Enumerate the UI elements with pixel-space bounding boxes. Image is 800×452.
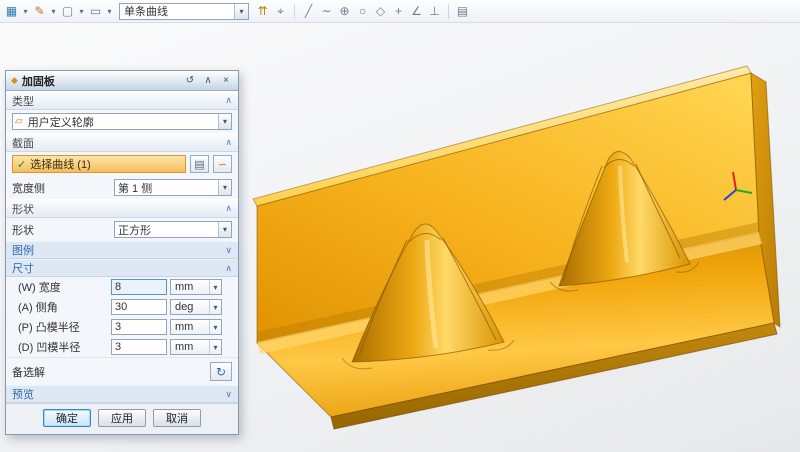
chevron-down-icon[interactable]: ▾ xyxy=(209,320,221,334)
gusset-dialog: ◆ 加固板 ↺ ∧ × 类型 ∧ ▱ 用户定义轮廓 ▾ 截面 ∧ ✓ 选择曲线 … xyxy=(5,70,239,435)
chevron-down-icon[interactable]: ▾ xyxy=(209,300,221,314)
cancel-button[interactable]: 取消 xyxy=(153,409,201,427)
sketch-grid-icon[interactable]: ▦ xyxy=(3,3,20,20)
select-curve-field[interactable]: ✓ 选择曲线 (1) xyxy=(12,155,186,173)
width-side-combo[interactable]: 第 1 侧 ▾ xyxy=(114,179,232,196)
chevron-down-icon[interactable]: ▾ xyxy=(209,340,221,354)
reset-icon[interactable]: ↺ xyxy=(183,74,197,88)
cycle-solutions-icon[interactable]: ↻ xyxy=(210,362,232,381)
ok-button[interactable]: 确定 xyxy=(43,409,91,427)
chevron-down-icon[interactable]: ▾ xyxy=(218,114,231,129)
dim-row-punch-radius: (P) 凸模半径 3 mm ▾ xyxy=(6,317,238,337)
group-header-section[interactable]: 截面 ∧ xyxy=(6,133,238,152)
group-header-shape[interactable]: 形状 ∧ xyxy=(6,199,238,218)
chevron-down-icon[interactable]: ▾ xyxy=(209,280,221,294)
chevron-down-icon[interactable]: ▾ xyxy=(77,3,86,20)
snap-circle-center-icon[interactable]: ○ xyxy=(354,3,371,20)
chevron-up-icon: ∧ xyxy=(225,203,232,214)
group-label-type: 类型 xyxy=(12,93,34,109)
dim-angle-label: (A) 侧角 xyxy=(18,299,108,315)
close-icon[interactable]: × xyxy=(219,74,233,88)
shape-row-label: 形状 xyxy=(12,222,110,238)
collapse-icon[interactable]: ∧ xyxy=(201,74,215,88)
chevron-up-icon: ∧ xyxy=(225,263,232,274)
apply-button[interactable]: 应用 xyxy=(98,409,146,427)
selection-rect-icon[interactable]: ▢ xyxy=(59,3,76,20)
dim-punch-unit-combo[interactable]: mm ▾ xyxy=(170,319,222,335)
subgroup-header-preview[interactable]: 预览 ∨ xyxy=(6,385,238,403)
dim-row-width: (W) 宽度 8 mm ▾ xyxy=(6,277,238,297)
clipboard-icon[interactable]: ▤ xyxy=(454,3,471,20)
width-side-label: 宽度侧 xyxy=(12,180,110,196)
snap-curve-icon[interactable]: ∼ xyxy=(318,3,335,20)
lasso-select-icon[interactable]: ▭ xyxy=(87,3,104,20)
dim-angle-input[interactable]: 30 xyxy=(111,299,167,315)
dialog-titlebar[interactable]: ◆ 加固板 ↺ ∧ × xyxy=(6,71,238,91)
snap-angle-icon[interactable]: ∠ xyxy=(408,3,425,20)
subgroup-header-legend[interactable]: 图例 ∨ xyxy=(6,241,238,259)
snap-line-icon[interactable]: ╱ xyxy=(300,3,317,20)
type-combo-value: 用户定义轮廓 xyxy=(25,114,218,130)
snap-perpendicular-icon[interactable]: ⊥ xyxy=(426,3,443,20)
positioning-icon[interactable]: ⌖ xyxy=(272,3,289,20)
shape-combo-value: 正方形 xyxy=(115,222,218,238)
alternate-solution-label: 备选解 xyxy=(12,364,45,380)
dim-die-unit-combo[interactable]: mm ▾ xyxy=(170,339,222,355)
toolbar-separator xyxy=(448,4,449,19)
chevron-up-icon: ∧ xyxy=(225,95,232,106)
snap-point-icon[interactable]: + xyxy=(390,3,407,20)
dim-die-unit: mm xyxy=(175,341,209,353)
dim-punch-input[interactable]: 3 xyxy=(111,319,167,335)
group-label-section: 截面 xyxy=(12,135,34,151)
dim-width-unit: mm xyxy=(175,281,209,293)
snap-intersection-icon[interactable]: ⊕ xyxy=(336,3,353,20)
dialog-title: 加固板 xyxy=(22,73,179,89)
type-combo[interactable]: ▱ 用户定义轮廓 ▾ xyxy=(12,113,232,130)
chevron-down-icon[interactable]: ▾ xyxy=(49,3,58,20)
dim-die-input[interactable]: 3 xyxy=(111,339,167,355)
group-header-type[interactable]: 类型 ∧ xyxy=(6,91,238,110)
group-label-shape: 形状 xyxy=(12,201,34,217)
dim-punch-unit: mm xyxy=(175,321,209,333)
chevron-down-icon[interactable]: ▾ xyxy=(218,180,231,195)
chevron-down-icon: ∨ xyxy=(225,389,232,400)
dim-angle-unit: deg xyxy=(175,301,209,313)
shape-combo[interactable]: 正方形 ▾ xyxy=(114,221,232,238)
preview-label: 预览 xyxy=(12,386,34,402)
point-constructor-icon[interactable]: ⇈ xyxy=(254,3,271,20)
dim-width-unit-combo[interactable]: mm ▾ xyxy=(170,279,222,295)
chevron-up-icon: ∧ xyxy=(225,137,232,148)
profile-icon: ▱ xyxy=(13,116,25,127)
subgroup-header-dimensions[interactable]: 尺寸 ∧ xyxy=(6,259,238,277)
curve-chain-icon[interactable]: ∽ xyxy=(213,155,232,173)
chevron-down-icon[interactable]: ▾ xyxy=(234,4,248,19)
dim-punch-label: (P) 凸模半径 xyxy=(18,319,108,335)
toolbar-separator xyxy=(294,4,295,19)
chevron-down-icon: ∨ xyxy=(225,245,232,256)
curve-rule-value: 单条曲线 xyxy=(120,3,234,19)
chevron-down-icon[interactable]: ▾ xyxy=(21,3,30,20)
curve-rule-combo[interactable]: 单条曲线 ▾ xyxy=(119,3,249,20)
legend-label: 图例 xyxy=(12,242,34,258)
list-icon[interactable]: ▤ xyxy=(190,155,209,173)
alternate-solution-row: 备选解 ↻ xyxy=(6,357,238,385)
dialog-footer: 确定 应用 取消 xyxy=(6,403,238,434)
dimensions-label: 尺寸 xyxy=(12,260,34,276)
curve-pencil-icon[interactable]: ✎ xyxy=(31,3,48,20)
check-icon: ✓ xyxy=(17,158,26,171)
width-side-value: 第 1 侧 xyxy=(115,180,218,196)
dim-angle-unit-combo[interactable]: deg ▾ xyxy=(170,299,222,315)
top-toolbar: ▦ ▾ ✎ ▾ ▢ ▾ ▭ ▾ 单条曲线 ▾ ⇈ ⌖ ╱ ∼ ⊕ ○ ◇ + ∠… xyxy=(0,0,800,23)
dim-width-label: (W) 宽度 xyxy=(18,279,108,295)
select-curve-label: 选择曲线 (1) xyxy=(30,156,91,172)
dim-die-label: (D) 凹模半径 xyxy=(18,339,108,355)
dim-row-die-radius: (D) 凹模半径 3 mm ▾ xyxy=(6,337,238,357)
chevron-down-icon[interactable]: ▾ xyxy=(105,3,114,20)
dim-row-side-angle: (A) 侧角 30 deg ▾ xyxy=(6,297,238,317)
dialog-icon: ◆ xyxy=(11,75,18,86)
dim-width-input[interactable]: 8 xyxy=(111,279,167,295)
chevron-down-icon[interactable]: ▾ xyxy=(218,222,231,237)
snap-quadrant-icon[interactable]: ◇ xyxy=(372,3,389,20)
